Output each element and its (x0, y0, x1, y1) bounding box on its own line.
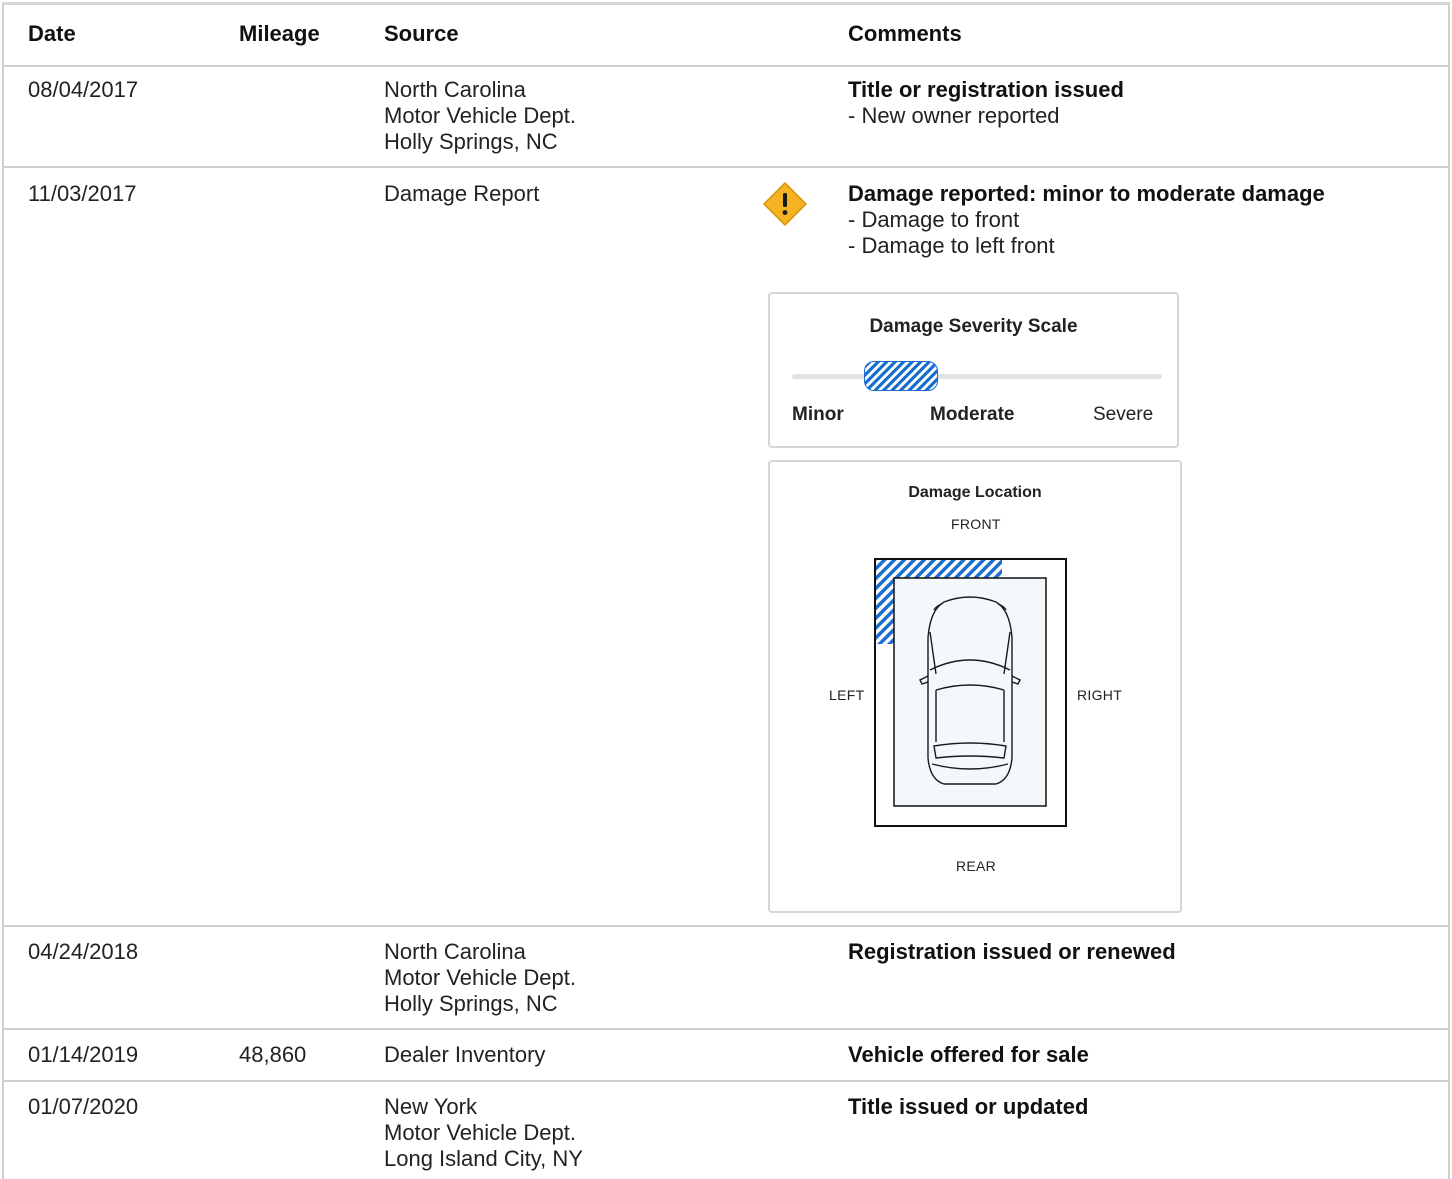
row-source: Dealer Inventory (384, 1042, 546, 1067)
row-source: North Carolina Motor Vehicle Dept. Holly… (384, 939, 576, 1016)
row-divider (4, 1080, 1448, 1082)
damage-location-diagram: Damage Location FRONT REAR LEFT RIGHT (768, 460, 1182, 913)
table-header: Date Mileage Source Comments (4, 4, 1448, 67)
location-title: Damage Location (908, 484, 1042, 501)
row-divider (4, 1028, 1448, 1030)
row-comments: Title or registration issued - New owner… (848, 77, 1124, 129)
row-date: 04/24/2018 (28, 939, 139, 964)
row-date: 08/04/2017 (28, 77, 139, 102)
severity-track (792, 374, 1162, 379)
row-comments: Damage reported: minor to moderate damag… (848, 181, 1325, 259)
label-front: FRONT (951, 516, 1001, 532)
comment-title: Registration issued or renewed (848, 939, 1176, 964)
damage-zone-left-front (876, 578, 894, 644)
comment-note: - Damage to left front (848, 233, 1055, 258)
row-date: 01/07/2020 (28, 1094, 139, 1119)
damage-zone-front (876, 560, 1002, 578)
comment-title: Vehicle offered for sale (848, 1042, 1089, 1067)
warning-diamond-icon (763, 182, 807, 226)
label-rear: REAR (956, 858, 997, 874)
row-comments: Vehicle offered for sale (848, 1042, 1089, 1068)
header-date: Date (28, 21, 76, 46)
row-date: 11/03/2017 (28, 181, 137, 206)
row-divider (4, 925, 1448, 927)
comment-title: Title or registration issued (848, 77, 1124, 102)
severity-title: Damage Severity Scale (869, 316, 1078, 337)
inner-zone (893, 577, 1047, 807)
label-left: LEFT (829, 687, 865, 703)
history-table (2, 2, 1450, 1179)
header-mileage: Mileage (239, 21, 320, 46)
header-source: Source (384, 21, 459, 46)
row-comments: Title issued or updated (848, 1094, 1088, 1120)
row-divider (4, 166, 1448, 168)
severity-indicator (864, 361, 938, 391)
comment-note: - New owner reported (848, 103, 1060, 128)
severity-moderate-label: Moderate (930, 404, 1015, 425)
car-top-view (874, 558, 1067, 827)
comment-title: Title issued or updated (848, 1094, 1089, 1119)
row-mileage: 48,860 (239, 1042, 307, 1067)
comment-note: - Damage to front (848, 207, 1020, 232)
damage-severity-scale: Damage Severity Scale Minor Moderate Sev… (768, 292, 1179, 448)
label-right: RIGHT (1077, 687, 1123, 703)
row-source: New York Motor Vehicle Dept. Long Island… (384, 1094, 583, 1171)
comment-title: Damage reported: minor to moderate damag… (848, 181, 1325, 206)
severity-minor-label: Minor (792, 404, 844, 425)
severity-severe-label: Severe (1093, 404, 1154, 425)
row-source: Damage Report (384, 181, 540, 206)
row-date: 01/14/2019 (28, 1042, 139, 1067)
row-comments: Registration issued or renewed (848, 939, 1176, 965)
row-source: North Carolina Motor Vehicle Dept. Holly… (384, 77, 576, 154)
header-comments: Comments (848, 21, 962, 46)
